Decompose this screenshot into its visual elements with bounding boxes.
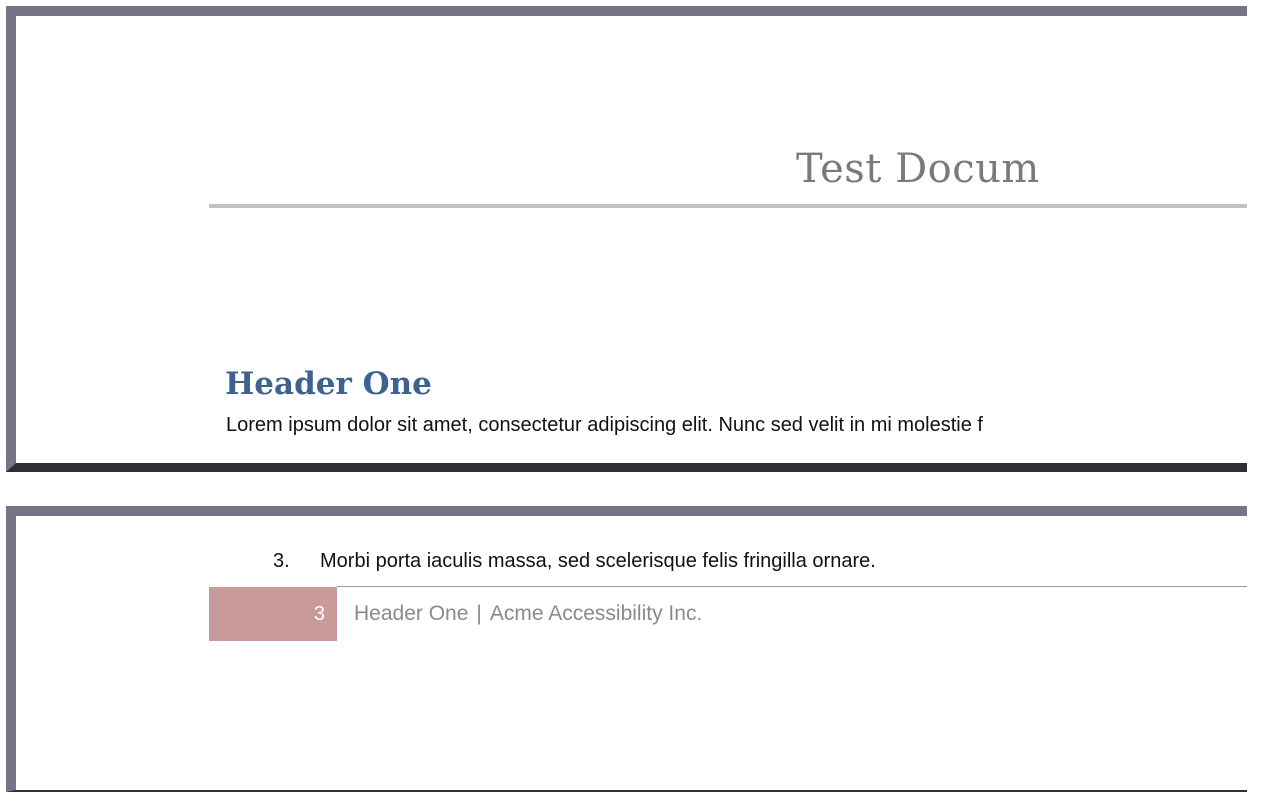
page-number-badge: 3 <box>209 587 337 641</box>
document-page-bottom: 3. Morbi porta iaculis massa, sed sceleri… <box>6 506 1247 792</box>
list-item: 3. Morbi porta iaculis massa, sed sceleri… <box>273 550 876 573</box>
body-paragraph: Lorem ipsum dolor sit amet, consectetur … <box>226 414 983 436</box>
footer-section-name: Header One <box>354 602 469 625</box>
document-title: Test Docum <box>796 146 1040 192</box>
page-number: 3 <box>313 603 325 625</box>
document-page-top: Test Docum Header One Lorem ipsum dolor … <box>6 6 1247 472</box>
footer-separator: | <box>476 602 482 625</box>
footer-label: Header One | Acme Accessibility Inc. <box>354 587 702 641</box>
section-heading: Header One <box>225 366 432 402</box>
title-divider <box>209 204 1247 208</box>
list-item-number: 3. <box>273 550 290 572</box>
footer-company-name: Acme Accessibility Inc. <box>489 602 703 625</box>
list-item-text: Morbi porta iaculis massa, sed scelerisq… <box>320 550 876 572</box>
